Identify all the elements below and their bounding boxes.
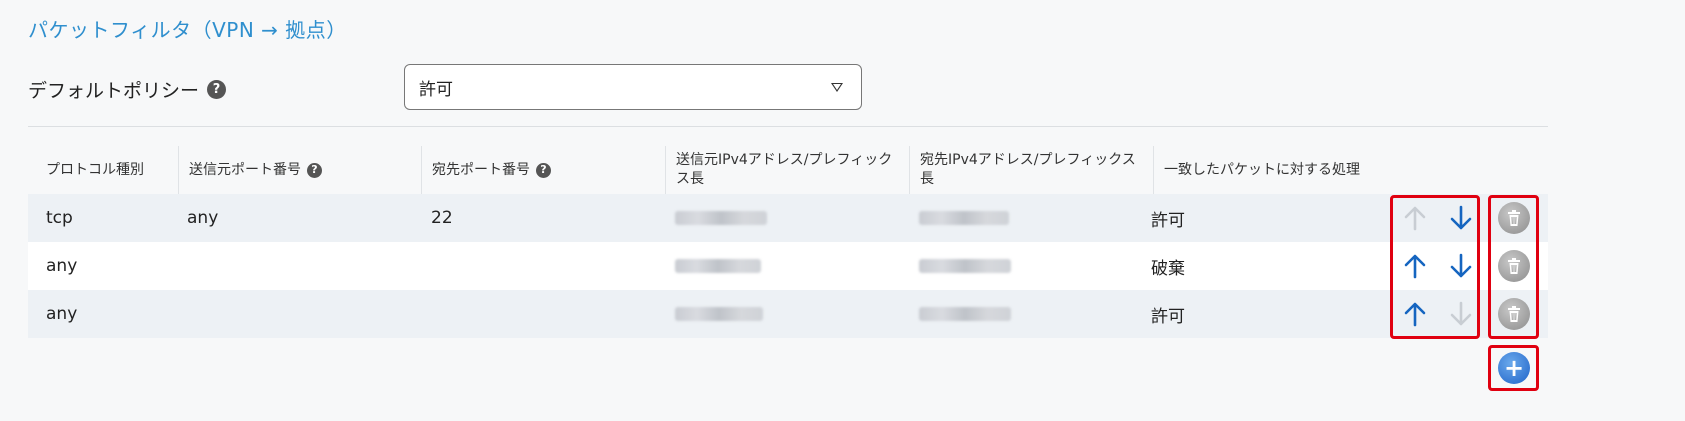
src-ip-cell-redacted	[675, 290, 763, 338]
default-policy-select[interactable]: 許可	[404, 64, 862, 110]
table-row: tcp any 22 許可	[28, 194, 1548, 242]
arrow-up-icon	[1398, 246, 1432, 286]
action-cell: 許可	[1151, 210, 1185, 231]
move-up-button[interactable]	[1398, 242, 1432, 290]
arrow-down-icon	[1444, 294, 1478, 334]
table-header: プロトコル種別 送信元ポート番号 ? 宛先ポート番号 ? 送信元IPv4アドレス…	[28, 146, 1548, 194]
delete-row-button[interactable]	[1498, 242, 1530, 290]
chevron-down-icon	[831, 82, 843, 92]
protocol-cell: any	[46, 256, 78, 276]
help-icon[interactable]: ?	[207, 80, 227, 99]
action-cell: 破棄	[1151, 258, 1185, 279]
dst-ip-cell-redacted	[919, 290, 1011, 338]
action-cell: 許可	[1151, 306, 1185, 327]
default-policy-value: 許可	[419, 79, 453, 100]
divider	[28, 126, 1548, 127]
protocol-cell: tcp	[46, 208, 73, 228]
protocol-cell: any	[46, 304, 78, 324]
dst-port-cell: 22	[431, 208, 453, 228]
src-ip-cell-redacted	[675, 242, 761, 290]
delete-row-button[interactable]	[1498, 290, 1530, 338]
move-up-button[interactable]	[1398, 290, 1432, 338]
arrow-up-icon	[1398, 294, 1432, 334]
column-header-action: 一致したパケットに対する処理	[1153, 146, 1389, 194]
trash-icon	[1498, 298, 1530, 330]
section-title: パケットフィルタ（VPN → 拠点）	[28, 18, 347, 42]
help-icon[interactable]: ?	[536, 162, 551, 178]
default-policy-label: デフォルトポリシー ?	[28, 76, 227, 103]
table-row: any 許可	[28, 290, 1548, 338]
trash-icon	[1498, 202, 1530, 234]
column-header-dst-ip: 宛先IPv4アドレス/プレフィックス長	[909, 146, 1153, 194]
move-down-button[interactable]	[1444, 242, 1478, 290]
move-down-button[interactable]	[1444, 194, 1478, 242]
column-header-src-ip: 送信元IPv4アドレス/プレフィックス長	[665, 146, 909, 194]
dst-ip-cell-redacted	[919, 242, 1011, 290]
add-row-button[interactable]: +	[1498, 352, 1530, 384]
packet-filter-table: プロトコル種別 送信元ポート番号 ? 宛先ポート番号 ? 送信元IPv4アドレス…	[28, 146, 1548, 338]
delete-row-button[interactable]	[1498, 194, 1530, 242]
table-row: any 破棄	[28, 242, 1548, 290]
trash-icon	[1498, 250, 1530, 282]
move-up-button[interactable]	[1398, 194, 1432, 242]
column-header-src-port: 送信元ポート番号 ?	[178, 146, 421, 194]
dst-ip-cell-redacted	[919, 194, 1009, 242]
column-header-protocol: プロトコル種別	[46, 161, 144, 178]
arrow-up-icon	[1398, 198, 1432, 238]
move-down-button[interactable]	[1444, 290, 1478, 338]
src-port-cell: any	[187, 208, 219, 228]
src-ip-cell-redacted	[675, 194, 767, 242]
default-policy-text: デフォルトポリシー	[28, 80, 200, 102]
help-icon[interactable]: ?	[307, 162, 322, 178]
arrow-down-icon	[1444, 246, 1478, 286]
arrow-down-icon	[1444, 198, 1478, 238]
plus-icon: +	[1503, 354, 1525, 382]
column-header-dst-port: 宛先ポート番号 ?	[421, 146, 665, 194]
